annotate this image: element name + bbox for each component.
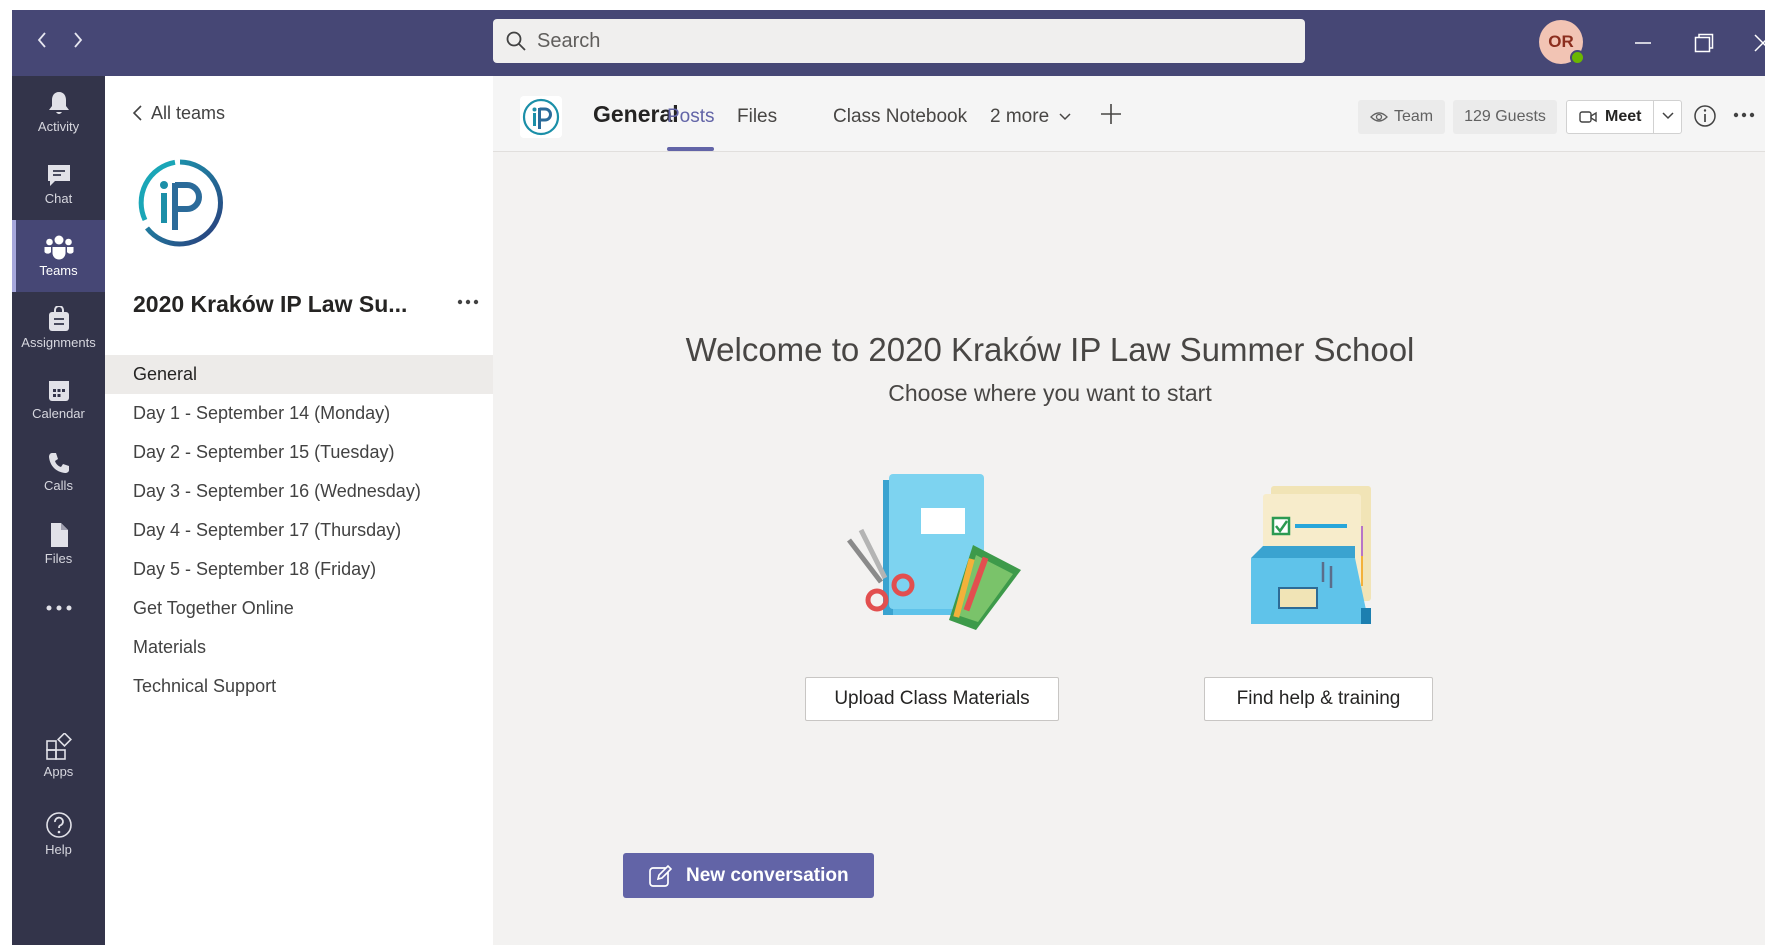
channel-main: General Posts Files Class Notebook 2 mor…	[493, 76, 1765, 945]
welcome-title: Welcome to 2020 Kraków IP Law Summer Sch…	[685, 331, 1415, 368]
minimize-icon	[1635, 42, 1651, 44]
channel-item[interactable]: Materials	[105, 628, 493, 667]
rail-item-files[interactable]: Files	[12, 508, 105, 580]
channel-team-logo	[520, 96, 562, 138]
maximize-button[interactable]	[1687, 26, 1721, 60]
more-apps-button[interactable]	[12, 584, 105, 632]
apps-icon	[45, 733, 72, 760]
rail-item-calendar[interactable]: Calendar	[12, 364, 105, 436]
help-training-illustration	[1251, 486, 1371, 624]
team-name: 2020 Kraków IP Law Su...	[133, 291, 408, 317]
rail-item-label: Calendar	[32, 406, 85, 421]
channel-more-options-button[interactable]	[1733, 98, 1755, 124]
channel-item[interactable]: General	[105, 355, 493, 394]
phone-icon	[48, 453, 69, 473]
info-icon[interactable]	[1692, 103, 1718, 129]
rail-item-label: Assignments	[21, 335, 96, 350]
meet-dropdown-button[interactable]	[1661, 108, 1675, 124]
chevron-left-icon	[132, 105, 142, 121]
rail-item-calls[interactable]: Calls	[12, 436, 105, 508]
find-help-training-button[interactable]: Find help & training	[1204, 677, 1433, 721]
channel-item[interactable]: Day 1 - September 14 (Monday)	[105, 394, 493, 433]
file-icon	[50, 523, 68, 547]
calendar-icon	[48, 381, 69, 401]
channel-item[interactable]: Day 4 - September 17 (Thursday)	[105, 511, 493, 550]
team-label: Team	[1393, 108, 1434, 125]
team-logo	[138, 159, 223, 247]
restore-icon	[1694, 33, 1714, 53]
rail-item-label: Calls	[44, 478, 73, 493]
rail-item-label: Help	[45, 842, 72, 857]
eye-icon	[1370, 112, 1388, 122]
meet-divider	[1653, 101, 1654, 133]
tab-files[interactable]: Files	[737, 106, 777, 128]
channel-title: General	[593, 101, 679, 127]
ellipsis-icon	[46, 605, 71, 611]
active-tab-indicator	[667, 147, 714, 151]
presence-badge	[1570, 50, 1585, 65]
ellipsis-icon	[1733, 112, 1755, 118]
minimize-button[interactable]	[1626, 26, 1660, 60]
video-icon	[1579, 111, 1597, 123]
channel-list: General Day 1 - September 14 (Monday) Da…	[105, 355, 493, 706]
chat-icon	[47, 165, 70, 186]
team-panel: All teams 2020 Kraków IP Law Su... Gener…	[105, 76, 493, 945]
rail-item-label: Files	[44, 551, 73, 566]
meet-button[interactable]: Meet	[1566, 100, 1682, 134]
channel-item[interactable]: Day 5 - September 18 (Friday)	[105, 550, 493, 589]
teams-icon	[44, 235, 73, 260]
chevron-down-icon	[1662, 112, 1674, 120]
tab-class-notebook[interactable]: Class Notebook	[833, 106, 967, 128]
chevron-down-icon	[1059, 113, 1071, 121]
rail-item-label: Activity	[37, 119, 80, 134]
chevron-right-icon	[74, 32, 83, 48]
title-bar: Search OR	[12, 10, 1765, 76]
guests-badge[interactable]: 129 Guests	[1453, 100, 1557, 134]
close-button[interactable]	[1746, 26, 1765, 60]
welcome-subtitle: Choose where you want to start	[888, 380, 1212, 406]
search-icon	[506, 31, 526, 51]
team-visibility-badge[interactable]: Team	[1358, 100, 1445, 134]
compose-icon	[649, 864, 672, 887]
upload-class-materials-button[interactable]: Upload Class Materials	[805, 677, 1059, 721]
new-conversation-label: New conversation	[686, 864, 849, 886]
all-teams-label: All teams	[151, 102, 226, 123]
rail-item-assignments[interactable]: Assignments	[12, 292, 105, 364]
tab-more-label: 2 more	[990, 106, 1050, 127]
assignments-icon	[48, 306, 69, 331]
back-button[interactable]	[30, 30, 54, 54]
help-icon	[45, 812, 72, 838]
channel-item[interactable]: Day 2 - September 15 (Tuesday)	[105, 433, 493, 472]
channel-item[interactable]: Technical Support	[105, 667, 493, 706]
teams-window: Search OR Activity Chat Teams Assignment…	[12, 10, 1765, 945]
rail-item-apps[interactable]: Apps	[12, 720, 105, 792]
ellipsis-icon	[457, 299, 479, 305]
channel-item[interactable]: Get Together Online	[105, 589, 493, 628]
rail-item-chat[interactable]: Chat	[12, 148, 105, 220]
app-bar: Activity Chat Teams Assignments Calendar…	[12, 76, 105, 945]
tab-more[interactable]: 2 more	[990, 106, 1072, 128]
team-more-options-button[interactable]	[453, 288, 483, 314]
meet-label: Meet	[1605, 108, 1642, 125]
channel-item[interactable]: Day 3 - September 16 (Wednesday)	[105, 472, 493, 511]
upload-materials-illustration	[847, 474, 1021, 630]
add-tab-button[interactable]	[1100, 101, 1122, 131]
bell-icon	[48, 92, 69, 114]
rail-item-teams[interactable]: Teams	[12, 220, 105, 292]
search-placeholder: Search	[537, 29, 601, 52]
plus-icon	[1101, 104, 1121, 124]
rail-item-label: Chat	[44, 191, 73, 206]
rail-item-label: Teams	[39, 263, 78, 278]
forward-button[interactable]	[66, 30, 90, 54]
search-input[interactable]: Search	[493, 19, 1305, 63]
channel-header: General Posts Files Class Notebook 2 mor…	[493, 76, 1765, 152]
new-conversation-button[interactable]: New conversation	[623, 853, 874, 898]
close-icon	[1754, 34, 1765, 52]
all-teams-link[interactable]: All teams	[131, 98, 225, 128]
tab-posts[interactable]: Posts	[667, 106, 715, 128]
chevron-left-icon	[37, 32, 46, 48]
rail-item-help[interactable]: Help	[12, 798, 105, 870]
rail-item-activity[interactable]: Activity	[12, 76, 105, 148]
rail-item-label: Apps	[43, 764, 74, 779]
